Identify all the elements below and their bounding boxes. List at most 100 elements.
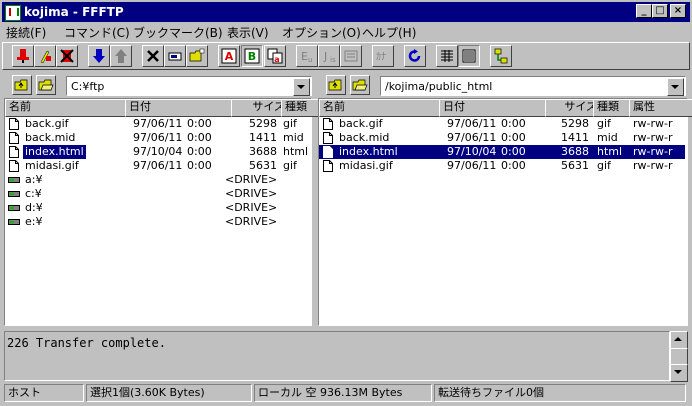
auto-mode-icon[interactable]: a xyxy=(264,45,286,67)
local-header-type[interactable]: 種類 xyxy=(281,99,319,117)
file-type: mid xyxy=(597,131,618,144)
file-size: 3688 xyxy=(561,145,589,158)
list-view-icon[interactable] xyxy=(436,45,458,67)
connect-icon[interactable] xyxy=(12,45,34,67)
file-size: 1411 xyxy=(561,131,589,144)
file-size: <DRIVE> xyxy=(225,173,277,186)
quick-connect-icon[interactable] xyxy=(34,45,56,67)
remote-header-attr[interactable]: 属性 xyxy=(629,99,692,117)
svg-text:J: J xyxy=(323,50,327,63)
file-size: 3688 xyxy=(249,145,277,158)
local-file-list[interactable]: 名前 日付 サイズ 種類 back.gif 97/06/11 0:00 5298 gif… xyxy=(4,98,319,326)
remote-path-text: /kojima/public_html xyxy=(385,80,493,93)
remote-header-date[interactable]: 日付 xyxy=(439,99,553,117)
file-size: 5298 xyxy=(249,117,277,130)
close-button[interactable]: × xyxy=(670,4,686,18)
menu-bookmark[interactable]: ブックマーク(B) xyxy=(133,24,223,41)
local-header-name[interactable]: 名前 xyxy=(5,99,133,117)
file-icon xyxy=(9,146,19,158)
file-time: 0:00 xyxy=(187,117,212,130)
menu-command[interactable]: コマンド(C) xyxy=(64,24,130,41)
file-attr: rw-rw-r xyxy=(633,159,673,172)
disconnect-icon[interactable] xyxy=(56,45,78,67)
sync-dir-icon[interactable] xyxy=(490,45,512,67)
local-open-folder-button[interactable] xyxy=(36,75,56,95)
table-row[interactable]: back.mid 97/06/11 0:00 1411 mid xyxy=(5,131,309,145)
rename-icon[interactable] xyxy=(164,45,186,67)
table-row[interactable]: midasi.gif 97/06/11 0:00 5631 gif rw-rw-r xyxy=(319,159,685,173)
file-time: 0:00 xyxy=(187,131,212,144)
file-type: gif xyxy=(597,117,611,130)
table-row[interactable]: e:¥ <DRIVE> xyxy=(5,215,309,229)
remote-path-dropdown-icon[interactable] xyxy=(667,78,684,96)
minimize-button[interactable]: _ xyxy=(636,4,652,18)
file-time: 0:00 xyxy=(187,145,212,158)
local-parent-folder-button[interactable] xyxy=(12,75,32,95)
file-date: 97/06/11 xyxy=(447,131,497,144)
local-path-dropdown-icon[interactable] xyxy=(293,78,310,96)
log-text: 226 Transfer complete. xyxy=(7,336,166,350)
file-name: back.mid xyxy=(25,131,76,144)
table-row[interactable]: index.html 97/10/04 0:00 3688 html xyxy=(5,145,309,159)
file-name: index.html xyxy=(337,145,400,159)
download-icon[interactable] xyxy=(88,45,110,67)
drive-icon xyxy=(8,205,20,211)
file-icon xyxy=(323,118,333,130)
drive-icon xyxy=(8,219,20,225)
log-panel[interactable]: 226 Transfer complete. xyxy=(4,331,670,381)
menu-option[interactable]: オプション(O) xyxy=(282,24,361,41)
no-convert-icon[interactable] xyxy=(340,45,362,67)
local-path-text: C:¥ftp xyxy=(71,80,105,93)
table-row[interactable]: back.mid 97/06/11 0:00 1411 mid rw-rw-r xyxy=(319,131,685,145)
binary-mode-icon[interactable]: B xyxy=(241,45,263,67)
status-selection: 選択1個(3.60K Bytes) xyxy=(86,384,252,402)
svg-text:u: u xyxy=(308,56,312,64)
file-size: <DRIVE> xyxy=(225,201,277,214)
jis-icon[interactable]: Jis xyxy=(318,45,340,67)
remote-parent-folder-button[interactable] xyxy=(326,75,346,95)
log-scrollbar[interactable] xyxy=(670,331,688,382)
upload-icon[interactable] xyxy=(110,45,132,67)
remote-header-name[interactable]: 名前 xyxy=(319,99,447,117)
remote-file-list[interactable]: 名前 日付 サイズ 種類 属性 back.gif 97/06/11 0:00 5298… xyxy=(318,98,692,326)
table-row[interactable]: index.html 97/10/04 0:00 3688 html rw-rw-r xyxy=(319,145,685,159)
menu-view[interactable]: 表示(V) xyxy=(227,24,269,41)
file-icon xyxy=(9,160,19,172)
detail-view-icon[interactable] xyxy=(458,45,480,67)
svg-text:is: is xyxy=(330,56,336,64)
file-date: 97/06/11 xyxy=(133,117,183,130)
status-host: ホスト xyxy=(4,384,84,402)
maximize-button[interactable]: □ xyxy=(652,4,668,18)
file-size: 5298 xyxy=(561,117,589,130)
title-bar[interactable]: kojima - FFFTP xyxy=(2,2,690,22)
file-icon xyxy=(323,146,333,158)
file-time: 0:00 xyxy=(501,131,526,144)
remote-open-folder-button[interactable] xyxy=(350,75,370,95)
scroll-down-icon[interactable] xyxy=(670,364,688,382)
delete-icon[interactable] xyxy=(142,45,164,67)
table-row[interactable]: back.gif 97/06/11 0:00 5298 gif xyxy=(5,117,309,131)
svg-text:A: A xyxy=(225,50,234,63)
remote-path-combo[interactable]: /kojima/public_html xyxy=(380,76,686,96)
table-row[interactable]: d:¥ <DRIVE> xyxy=(5,201,309,215)
kana-convert-icon[interactable]: ｶﾅ xyxy=(372,45,394,67)
table-row[interactable]: a:¥ <DRIVE> xyxy=(5,173,309,187)
menu-help[interactable]: ヘルプ(H) xyxy=(362,24,416,41)
local-header-date[interactable]: 日付 xyxy=(125,99,239,117)
scroll-up-icon[interactable] xyxy=(670,331,688,349)
drive-icon xyxy=(8,177,20,183)
menu-connect[interactable]: 接続(F) xyxy=(6,24,46,41)
table-row[interactable]: c:¥ <DRIVE> xyxy=(5,187,309,201)
euc-icon[interactable]: Eu xyxy=(296,45,318,67)
file-icon xyxy=(323,132,333,144)
mkdir-icon[interactable] xyxy=(186,45,208,67)
ascii-mode-icon[interactable]: A xyxy=(218,45,240,67)
file-type: html xyxy=(597,145,623,158)
table-row[interactable]: back.gif 97/06/11 0:00 5298 gif rw-rw-r xyxy=(319,117,685,131)
local-path-combo[interactable]: C:¥ftp xyxy=(66,76,312,96)
table-row[interactable]: midasi.gif 97/06/11 0:00 5631 gif xyxy=(5,159,309,173)
file-attr: rw-rw-r xyxy=(633,145,673,158)
refresh-icon[interactable] xyxy=(404,45,426,67)
file-date: 97/10/04 xyxy=(447,145,497,158)
file-type: mid xyxy=(283,131,304,144)
